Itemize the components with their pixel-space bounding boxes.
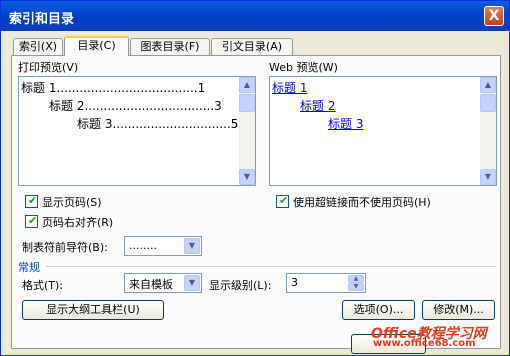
checkmark-icon: ✔ <box>28 214 38 227</box>
tab-authorities[interactable]: 引文目录(A) <box>211 38 293 55</box>
web-preview-label: Web 预览(W) <box>269 61 338 74</box>
scroll-up-arrow-icon[interactable]: ▲ <box>239 77 255 93</box>
web-entry-1[interactable]: 标题 1 <box>272 79 307 96</box>
modify-button[interactable]: 修改(M)... <box>422 300 495 320</box>
close-button[interactable]: X <box>484 6 504 26</box>
dialog-title: 索引和目录 <box>9 12 75 27</box>
scroll-down-arrow-icon[interactable]: ▼ <box>239 169 255 185</box>
site-watermark-url: www.office68.com <box>373 338 476 349</box>
print-preview-label: 打印预览(V) <box>18 61 79 74</box>
web-preview-scrollbar[interactable]: ▲ ▼ <box>480 77 496 185</box>
tab-index[interactable]: 索引(X) <box>13 38 63 55</box>
show-levels-spinner[interactable]: 3 ▲ ▼ <box>286 273 366 293</box>
print-entry-2: 标题 2..................................3 <box>49 99 222 113</box>
web-preview-box: 标题 1 标题 2 标题 3 ▲ ▼ <box>269 76 497 186</box>
right-align-checkbox[interactable]: ✔ <box>25 214 38 228</box>
format-select[interactable]: 来自模板 ▼ <box>124 273 202 293</box>
show-page-numbers-checkbox[interactable]: ✔ <box>25 194 38 208</box>
show-page-numbers-label: 显示页码(S) <box>42 196 102 209</box>
section-divider <box>46 266 496 267</box>
web-entry-3[interactable]: 标题 3 <box>328 115 363 132</box>
spin-up-icon[interactable]: ▲ <box>348 275 364 283</box>
options-button[interactable]: 选项(O)... <box>342 300 415 320</box>
general-section-label: 常规 <box>18 261 40 274</box>
scroll-down-arrow-icon[interactable]: ▼ <box>480 169 496 185</box>
scroll-thumb[interactable] <box>480 94 496 112</box>
toc-tab-panel: 打印预览(V) 标题 1............................… <box>11 55 501 349</box>
tab-leader-label: 制表符前导符(B): <box>22 241 108 254</box>
show-levels-value: 3 <box>291 276 298 289</box>
toc-dialog: 索引和目录 X 索引(X) 目录(C) 图表目录(F) 引文目录(A) 打印预览… <box>0 0 510 356</box>
use-hyperlinks-checkbox[interactable]: ✔ <box>276 194 289 208</box>
use-hyperlinks-label: 使用超链接而不使用页码(H) <box>293 196 431 209</box>
print-preview-box: 标题 1....................................… <box>18 76 256 186</box>
show-outline-toolbar-button[interactable]: 显示大纲工具栏(U) <box>22 300 164 320</box>
print-entry-1: 标题 1....................................… <box>21 81 206 95</box>
tab-toc[interactable]: 目录(C) <box>64 36 129 56</box>
tab-figures[interactable]: 图表目录(F) <box>130 38 210 55</box>
checkmark-icon: ✔ <box>279 194 289 207</box>
scroll-thumb[interactable] <box>239 94 255 112</box>
tab-leader-select[interactable]: ........ ▼ <box>124 236 202 256</box>
show-levels-label: 显示级别(L): <box>209 279 272 292</box>
checkmark-icon: ✔ <box>28 194 38 207</box>
scroll-up-arrow-icon[interactable]: ▲ <box>480 77 496 93</box>
print-entry-3: 标题 3...............................5 <box>77 117 239 131</box>
spin-down-icon[interactable]: ▼ <box>348 283 364 291</box>
tab-leader-value: ........ <box>129 239 157 252</box>
right-align-label: 页码右对齐(R) <box>42 216 114 229</box>
title-bar: 索引和目录 X <box>1 1 509 31</box>
chevron-down-icon[interactable]: ▼ <box>184 238 200 254</box>
print-preview-scrollbar[interactable]: ▲ ▼ <box>239 77 255 185</box>
format-value: 来自模板 <box>129 278 173 291</box>
web-entry-2[interactable]: 标题 2 <box>300 97 335 114</box>
format-label: 格式(T): <box>22 279 64 292</box>
chevron-down-icon[interactable]: ▼ <box>184 275 200 291</box>
